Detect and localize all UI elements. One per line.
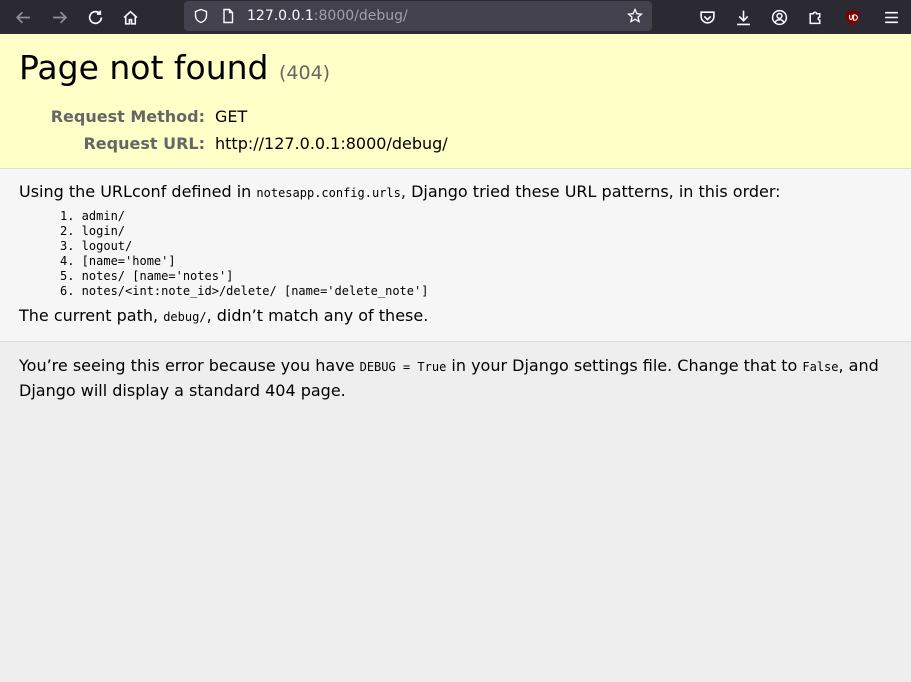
page-title-text: Page not found (19, 48, 269, 87)
explanation-part-1: You’re seeing this error because you hav… (19, 356, 360, 375)
urlconf-intro: Using the URLconf defined in notesapp.co… (19, 181, 892, 204)
reload-icon (88, 10, 102, 24)
arrow-right-icon (52, 11, 67, 23)
error-summary: Page not found (404) Request Method: GET… (0, 34, 911, 169)
current-path-before: The current path, (19, 306, 164, 325)
urlconf-module: notesapp.config.urls (256, 186, 401, 200)
urlconf-intro-before: Using the URLconf defined in (19, 182, 257, 201)
pocket-icon (699, 10, 715, 24)
request-url-value: http://127.0.0.1:8000/debug/ (215, 134, 448, 153)
downloads-button[interactable] (729, 0, 757, 34)
current-path-after: , didn’t match any of these. (206, 306, 429, 325)
url-pattern-item: 5. notes/ [name='notes'] (60, 269, 234, 283)
back-button[interactable] (9, 0, 37, 34)
download-icon (736, 10, 750, 25)
status-code: (404) (279, 62, 331, 84)
page-info-icon[interactable] (220, 8, 236, 24)
current-path-message: The current path, debug/, didn’t match a… (19, 305, 892, 328)
reload-button[interactable] (81, 0, 109, 34)
request-method-row: Request Method: GET (19, 103, 448, 130)
debug-explanation: You’re seeing this error because you hav… (0, 342, 911, 414)
url-pattern-item: 1. admin/ (60, 209, 126, 223)
url-pattern-item: 4. [name='home'] (60, 254, 176, 268)
forward-button[interactable] (45, 0, 73, 34)
ublock-origin-button[interactable] (838, 0, 866, 34)
debug-setting-code: DEBUG = True (359, 360, 447, 374)
account-icon (771, 9, 787, 25)
request-url-label: Request URL: (83, 134, 205, 153)
request-url-row: Request URL: http://127.0.0.1:8000/debug… (19, 130, 448, 157)
request-meta-table: Request Method: GET Request URL: http://… (19, 103, 448, 157)
url-text[interactable]: 127.0.0.1:8000/debug/ (247, 8, 408, 24)
request-method-label: Request Method: (50, 107, 205, 126)
explanation-text: You’re seeing this error because you hav… (19, 354, 892, 402)
extensions-button[interactable] (801, 0, 829, 34)
url-path: :8000/debug/ (313, 8, 408, 24)
arrow-left-icon (15, 11, 30, 23)
page-title: Page not found (404) (19, 48, 892, 93)
urlconf-intro-after: , Django tried these URL patterns, in th… (400, 182, 781, 201)
address-bar[interactable]: 127.0.0.1:8000/debug/ (184, 1, 652, 31)
browser-toolbar: 127.0.0.1:8000/debug/ (0, 0, 911, 34)
url-pattern-item: 3. logout/ (60, 239, 133, 253)
account-button[interactable] (765, 0, 793, 34)
hamburger-menu-icon (884, 11, 898, 23)
url-pattern-item: 6. notes/<int:note_id>/delete/ [name='de… (60, 284, 429, 298)
url-pattern-item: 2. login/ (60, 224, 126, 238)
false-code: False (802, 360, 839, 374)
app-menu-button[interactable] (877, 0, 905, 34)
explanation-part-2: in your Django settings file. Change tha… (446, 356, 803, 375)
shield-icon[interactable] (193, 8, 209, 24)
pocket-button[interactable] (693, 0, 721, 34)
home-button[interactable] (116, 0, 144, 34)
puzzle-icon (808, 11, 820, 24)
ublock-origin-icon (845, 9, 859, 25)
url-patterns-info: Using the URLconf defined in notesapp.co… (0, 169, 911, 342)
request-method-value: GET (215, 107, 248, 126)
url-pattern-list: 1. admin/ 2. login/ 3. logout/ 4. [name=… (60, 209, 892, 299)
bookmark-star-icon[interactable] (626, 7, 644, 24)
url-host: 127.0.0.1 (247, 8, 314, 24)
home-icon (123, 10, 137, 25)
current-path: debug/ (163, 310, 207, 324)
